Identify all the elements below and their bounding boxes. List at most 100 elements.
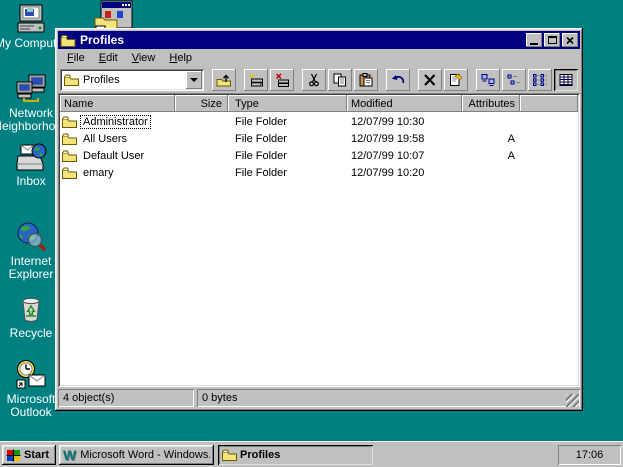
file-modified: 12/07/99 19:58 bbox=[347, 130, 462, 147]
minimize-button[interactable] bbox=[526, 33, 542, 47]
file-attributes bbox=[462, 113, 520, 130]
file-row-administrator[interactable]: Administrator File Folder 12/07/99 10:30 bbox=[60, 113, 578, 130]
task-label: Profiles bbox=[240, 449, 280, 461]
menu-view[interactable]: View bbox=[127, 51, 165, 65]
map-network-drive-icon bbox=[248, 73, 264, 87]
start-button[interactable]: Start bbox=[2, 445, 56, 465]
menu-help[interactable]: Help bbox=[164, 51, 201, 65]
disconnect-network-drive-icon bbox=[274, 73, 290, 87]
network-neighborhood-icon bbox=[15, 72, 47, 104]
file-name[interactable]: Default User bbox=[81, 150, 146, 162]
status-bar: 4 object(s) 0 bytes bbox=[58, 389, 580, 408]
clock-tray: 17:06 bbox=[558, 445, 621, 465]
file-size bbox=[175, 164, 228, 181]
undo-icon bbox=[390, 73, 406, 87]
task-button-word[interactable]: W Microsoft Word - Windows... bbox=[59, 445, 214, 465]
folder-icon bbox=[64, 74, 79, 86]
titlebar[interactable]: Profiles bbox=[58, 31, 580, 49]
file-type: File Folder bbox=[228, 147, 347, 164]
folder-icon bbox=[60, 34, 76, 47]
my-computer-icon bbox=[15, 2, 47, 34]
folder-icon bbox=[62, 167, 77, 179]
status-object-count: 4 object(s) bbox=[63, 392, 114, 404]
up-one-level-icon bbox=[216, 73, 232, 87]
desktop-icon-label: Inbox bbox=[16, 175, 45, 188]
menubar: File Edit View Help bbox=[58, 49, 580, 66]
file-name[interactable]: Administrator bbox=[81, 116, 150, 128]
paste-button[interactable] bbox=[354, 69, 378, 91]
folder-icon bbox=[62, 133, 77, 145]
task-label: Microsoft Word - Windows... bbox=[80, 449, 210, 461]
start-label: Start bbox=[24, 449, 49, 461]
folder-icon bbox=[222, 449, 237, 461]
status-size: 0 bytes bbox=[202, 392, 237, 404]
small-icons-view-button[interactable] bbox=[502, 69, 526, 91]
file-size bbox=[175, 113, 228, 130]
copy-icon bbox=[332, 73, 348, 87]
file-modified: 12/07/99 10:07 bbox=[347, 147, 462, 164]
paste-icon bbox=[358, 73, 374, 87]
file-size bbox=[175, 130, 228, 147]
map-network-drive-button[interactable] bbox=[244, 69, 268, 91]
desktop: My Computer Network Neighborhood bbox=[0, 0, 623, 467]
clock: 17:06 bbox=[576, 449, 604, 461]
profiles-window: Profiles File Edit View Help Profiles bbox=[55, 28, 583, 411]
column-header-filler bbox=[520, 95, 578, 112]
file-type: File Folder bbox=[228, 113, 347, 130]
file-list-body: Administrator File Folder 12/07/99 10:30… bbox=[58, 112, 580, 387]
delete-button[interactable] bbox=[418, 69, 442, 91]
large-icons-view-button[interactable] bbox=[476, 69, 500, 91]
file-row-all-users[interactable]: All Users File Folder 12/07/99 19:58 A bbox=[60, 130, 578, 147]
file-name[interactable]: All Users bbox=[81, 133, 129, 145]
microsoft-outlook-icon bbox=[15, 358, 47, 390]
up-one-level-button[interactable] bbox=[212, 69, 236, 91]
list-view-button[interactable] bbox=[528, 69, 552, 91]
menu-edit[interactable]: Edit bbox=[94, 51, 127, 65]
column-header-attributes[interactable]: Attributes bbox=[462, 95, 520, 112]
address-combobox[interactable]: Profiles bbox=[60, 69, 204, 91]
disconnect-network-drive-button[interactable] bbox=[270, 69, 294, 91]
file-attributes: A bbox=[462, 147, 520, 164]
file-row-emary[interactable]: emary File Folder 12/07/99 10:20 bbox=[60, 164, 578, 181]
large-icons-icon bbox=[480, 73, 496, 87]
cut-button[interactable] bbox=[302, 69, 326, 91]
file-attributes: A bbox=[462, 130, 520, 147]
undo-button[interactable] bbox=[386, 69, 410, 91]
menu-file[interactable]: File bbox=[62, 51, 94, 65]
file-modified: 12/07/99 10:20 bbox=[347, 164, 462, 181]
file-row-default-user[interactable]: Default User File Folder 12/07/99 10:07 … bbox=[60, 147, 578, 164]
windows-logo-icon bbox=[6, 449, 21, 462]
file-list: Name Size Type Modified Attributes Admin… bbox=[58, 93, 580, 387]
inbox-icon bbox=[15, 140, 47, 172]
column-headers: Name Size Type Modified Attributes bbox=[60, 95, 578, 112]
delete-x-icon bbox=[422, 73, 438, 87]
properties-button[interactable] bbox=[444, 69, 468, 91]
column-header-type[interactable]: Type bbox=[228, 95, 347, 112]
maximize-button[interactable] bbox=[544, 33, 560, 47]
file-name[interactable]: emary bbox=[81, 167, 116, 179]
small-icons-icon bbox=[506, 73, 522, 87]
task-button-profiles[interactable]: Profiles bbox=[218, 445, 373, 465]
file-modified: 12/07/99 10:30 bbox=[347, 113, 462, 130]
combobox-dropdown-button[interactable] bbox=[186, 71, 202, 89]
folder-icon bbox=[62, 150, 77, 162]
list-icon bbox=[532, 73, 548, 87]
chevron-down-icon bbox=[190, 78, 198, 82]
close-icon[interactable] bbox=[562, 33, 578, 47]
desktop-icon-label: Recycle bbox=[10, 327, 53, 340]
column-header-modified[interactable]: Modified bbox=[347, 95, 462, 112]
internet-explorer-icon bbox=[15, 220, 47, 252]
file-type: File Folder bbox=[228, 130, 347, 147]
scissors-icon bbox=[306, 73, 322, 87]
column-header-name[interactable]: Name bbox=[60, 95, 175, 112]
toolbar: Profiles bbox=[58, 66, 580, 93]
file-type: File Folder bbox=[228, 164, 347, 181]
window-title: Profiles bbox=[80, 33, 526, 47]
column-header-size[interactable]: Size bbox=[175, 95, 228, 112]
copy-button[interactable] bbox=[328, 69, 352, 91]
recycle-bin-icon bbox=[15, 292, 47, 324]
word-icon: W bbox=[63, 448, 76, 462]
taskbar: Start W Microsoft Word - Windows... Prof… bbox=[0, 441, 623, 467]
resize-grip[interactable] bbox=[566, 394, 579, 407]
details-view-button[interactable] bbox=[554, 69, 578, 91]
